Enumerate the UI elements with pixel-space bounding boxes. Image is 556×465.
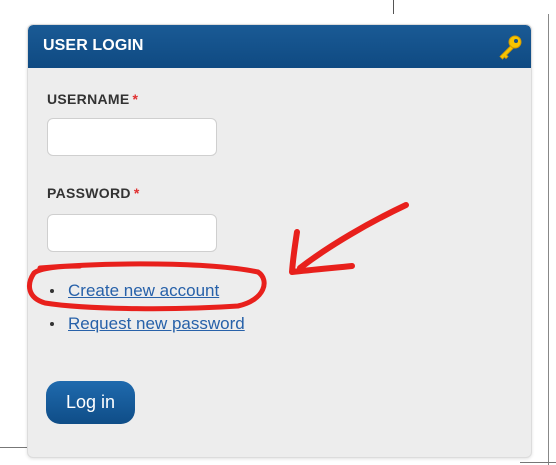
bullet xyxy=(50,322,54,326)
bullet xyxy=(50,289,54,293)
frame-edge xyxy=(393,0,394,14)
password-label-text: PASSWORD xyxy=(47,185,131,201)
request-password-link[interactable]: Request new password xyxy=(68,314,245,333)
block-title: USER LOGIN xyxy=(43,37,144,54)
frame-edge xyxy=(520,462,556,463)
required-marker: * xyxy=(132,91,139,107)
required-marker: * xyxy=(133,185,140,201)
password-input[interactable] xyxy=(47,214,217,252)
username-input[interactable] xyxy=(47,118,217,156)
user-login-block: USER LOGIN USERNAME * PASSWORD * Create ne… xyxy=(27,24,532,458)
list-item: Create new account xyxy=(48,280,245,313)
key-icon xyxy=(499,35,522,60)
username-label-text: USERNAME xyxy=(47,91,130,107)
frame-edge xyxy=(548,14,549,465)
list-item: Request new password xyxy=(48,313,245,346)
create-account-link[interactable]: Create new account xyxy=(68,281,219,300)
password-label: PASSWORD * xyxy=(47,185,140,201)
username-label: USERNAME * xyxy=(47,91,138,107)
log-in-button[interactable]: Log in xyxy=(46,381,135,424)
account-links: Create new account Request new password xyxy=(48,280,245,346)
block-header: USER LOGIN xyxy=(28,25,531,68)
